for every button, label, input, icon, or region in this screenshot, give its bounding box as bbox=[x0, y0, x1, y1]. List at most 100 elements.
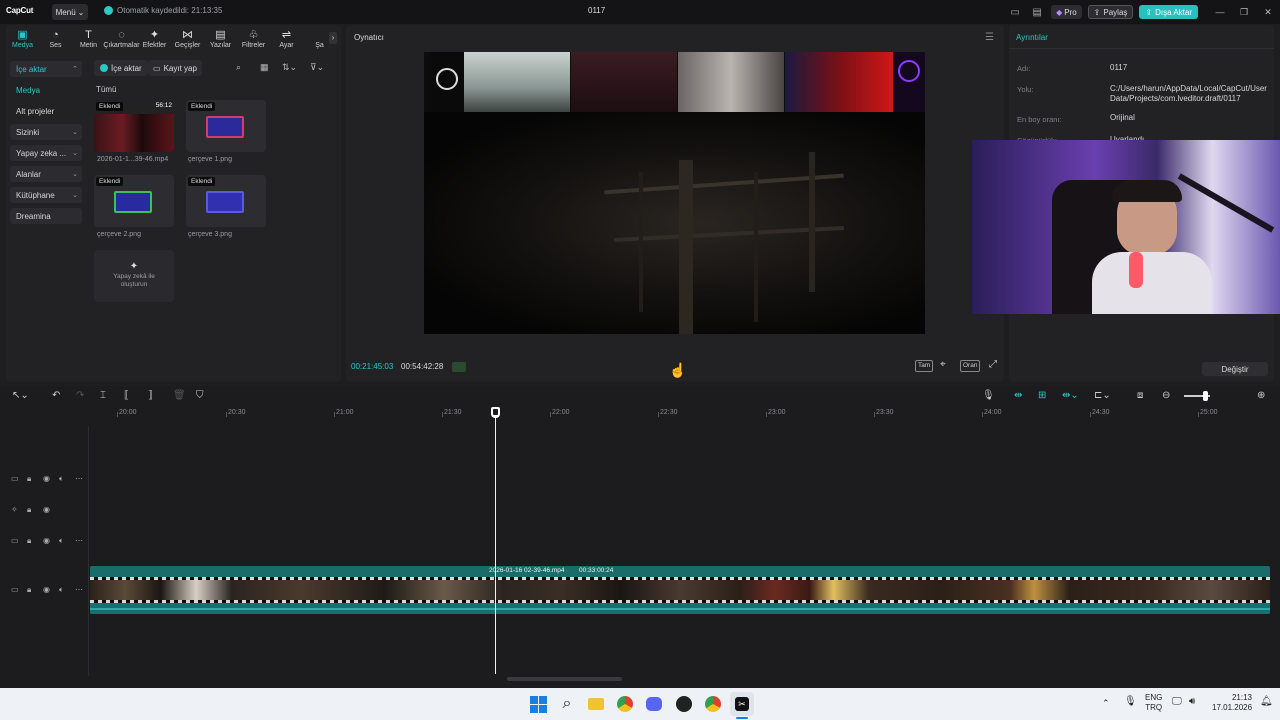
side-item-library[interactable]: Kütüphane ⌄ bbox=[10, 187, 82, 203]
more-icon[interactable]: ⋯ bbox=[75, 585, 83, 594]
export-button[interactable]: ⇧ Dışa Aktar bbox=[1139, 5, 1198, 19]
side-item-subprojects[interactable]: Alt projeler bbox=[10, 103, 82, 119]
chrome-icon[interactable] bbox=[613, 692, 637, 716]
side-item-ai[interactable]: Yapay zeka ... ⌄ bbox=[10, 145, 82, 161]
chrome-icon[interactable] bbox=[701, 692, 725, 716]
language-indicator[interactable]: ENG TRQ bbox=[1145, 693, 1162, 713]
side-item-spaces[interactable]: Alanlar ⌄ bbox=[10, 166, 82, 182]
ai-create-button[interactable]: ✦ Yapay zekâ ile oluşturun bbox=[94, 250, 174, 302]
link-icon[interactable]: ⇹ bbox=[1014, 390, 1022, 401]
record-button[interactable]: ▭ Kayıt yap bbox=[148, 60, 202, 76]
speaker-icon[interactable]: 🔈︎ bbox=[59, 474, 64, 484]
redo-icon[interactable]: ↷ bbox=[76, 390, 84, 401]
tab-effects[interactable]: ✦ Efektler bbox=[138, 25, 171, 50]
chevron-up-icon[interactable]: ⌃ bbox=[1102, 698, 1110, 708]
maximize-icon[interactable]: ❐ bbox=[1232, 0, 1256, 24]
change-button[interactable]: Değiştir bbox=[1202, 362, 1268, 376]
tab-text[interactable]: T Metin bbox=[72, 25, 105, 50]
media-item[interactable]: Eklendi bbox=[94, 175, 174, 227]
media-item[interactable]: Eklendi bbox=[186, 175, 266, 227]
chevron-right-icon[interactable]: › bbox=[329, 32, 337, 44]
tab-filters[interactable]: ♧ Filtreler bbox=[237, 25, 270, 50]
undo-icon[interactable]: ↶ bbox=[52, 390, 60, 401]
chevron-down-icon: ⌄ bbox=[72, 150, 78, 157]
preview-axis-icon[interactable]: ⊏⌄ bbox=[1094, 390, 1111, 401]
snap-icon[interactable]: ⇹⌄ bbox=[1062, 390, 1079, 401]
filter-icon[interactable]: ⊽⌄ bbox=[310, 62, 324, 73]
magnet-icon[interactable]: ⊞ bbox=[1038, 390, 1046, 401]
media-item[interactable]: Eklendi bbox=[186, 100, 266, 152]
video-canvas[interactable] bbox=[424, 52, 925, 334]
capcut-icon[interactable]: ✂ bbox=[730, 692, 754, 716]
autosave-text: Otomatik kaydedildi: 21:13:35 bbox=[117, 6, 223, 15]
lock-icon[interactable]: 🔒︎ bbox=[27, 474, 31, 484]
side-item-media[interactable]: Medya bbox=[10, 82, 82, 98]
eye-icon[interactable]: ◉ bbox=[43, 585, 50, 594]
eye-icon[interactable]: ◉ bbox=[43, 536, 50, 545]
windows-start-icon[interactable] bbox=[526, 692, 550, 716]
delete-icon[interactable]: 🗑 bbox=[173, 390, 186, 401]
shortcut-icon[interactable]: ▤ bbox=[1026, 0, 1048, 24]
video-clip[interactable]: 2026-01-16 02-39-46.mp4 00:33:00:24 bbox=[90, 566, 1270, 614]
select-tool-icon[interactable]: ↖⌄ bbox=[12, 390, 29, 401]
network-icon[interactable]: 🖵 bbox=[1172, 697, 1182, 707]
menu-button[interactable]: Menü ⌄ bbox=[52, 4, 88, 20]
tab-media[interactable]: ▣ Medya bbox=[6, 25, 39, 50]
time-ruler[interactable]: 20:00 20:30 21:00 21:30 22:00 22:30 23:0… bbox=[90, 406, 1280, 420]
tab-audio[interactable]: ◔ Ses bbox=[39, 25, 72, 50]
split-right-icon[interactable]: ⟧ bbox=[148, 390, 153, 401]
close-icon[interactable]: ✕ bbox=[1256, 0, 1280, 24]
layout-icon[interactable]: ▭ bbox=[1004, 0, 1026, 24]
aspect-ratio-button[interactable]: Oran bbox=[960, 360, 981, 372]
media-item[interactable]: Eklendi 56:12 bbox=[94, 100, 174, 152]
import-button[interactable]: İçe aktar bbox=[94, 60, 148, 76]
zoom-fit-icon[interactable]: ⌖ bbox=[940, 359, 946, 370]
search-icon[interactable]: ⌕ bbox=[555, 692, 579, 716]
discord-icon[interactable] bbox=[642, 692, 666, 716]
share-button[interactable]: ⇪ Paylaş bbox=[1087, 5, 1134, 19]
shield-icon[interactable]: ⛉ bbox=[196, 390, 204, 401]
side-item-yours[interactable]: Sizinki ⌄ bbox=[10, 124, 82, 140]
tab-captions[interactable]: ▤ Yazılar bbox=[204, 25, 237, 50]
microphone-icon[interactable]: 🎙 bbox=[1124, 697, 1137, 707]
video-track-icon: ▭ bbox=[11, 585, 19, 594]
zoom-out-icon[interactable]: ⊖ bbox=[1162, 390, 1170, 401]
search-icon[interactable]: ⌕ bbox=[236, 62, 241, 73]
side-item-import[interactable]: İçe aktar ⌃ bbox=[10, 61, 82, 77]
more-icon[interactable]: ⋯ bbox=[75, 474, 83, 483]
file-explorer-icon[interactable] bbox=[584, 692, 608, 716]
grid-view-icon[interactable]: ▦ bbox=[260, 62, 269, 73]
sort-icon[interactable]: ⇅⌄ bbox=[282, 62, 297, 73]
zoom-slider-handle[interactable] bbox=[1203, 391, 1208, 401]
side-item-dreamina[interactable]: Dreamina bbox=[10, 208, 82, 224]
more-icon[interactable]: ⋯ bbox=[75, 536, 83, 545]
microphone-icon[interactable]: 🎙 bbox=[982, 390, 995, 401]
tab-transitions[interactable]: ⋈ Geçişler bbox=[171, 25, 204, 50]
speaker-icon[interactable]: 🔈︎ bbox=[59, 585, 64, 595]
tab-adjust[interactable]: ⇌ Ayar bbox=[270, 25, 303, 50]
fullscreen-icon[interactable]: ⤢ bbox=[989, 359, 997, 370]
eye-icon[interactable]: ◉ bbox=[43, 505, 50, 514]
timeline-scrollbar[interactable] bbox=[507, 677, 622, 681]
caption-icon[interactable]: ⧈ bbox=[1137, 390, 1143, 401]
pro-button[interactable]: ◆ Pro bbox=[1051, 5, 1082, 19]
menu-icon[interactable]: ☰ bbox=[985, 32, 994, 43]
minimize-icon[interactable]: — bbox=[1208, 0, 1232, 24]
eye-icon[interactable]: ◉ bbox=[43, 474, 50, 483]
full-quality-button[interactable]: Tam bbox=[915, 360, 934, 372]
ruler-label: 21:00 bbox=[336, 409, 354, 416]
all-filter-label[interactable]: Tümü bbox=[96, 85, 116, 94]
lock-icon[interactable]: 🔒︎ bbox=[27, 536, 31, 546]
speaker-icon[interactable]: 🔈︎ bbox=[59, 536, 64, 546]
notification-icon[interactable]: 🔔︎ bbox=[1260, 697, 1273, 707]
volume-icon[interactable]: 🔊︎ bbox=[1189, 697, 1195, 707]
split-icon[interactable]: ⌶ bbox=[100, 390, 106, 401]
obs-icon[interactable] bbox=[672, 692, 696, 716]
zoom-in-icon[interactable]: ⊕ bbox=[1257, 390, 1265, 401]
clock[interactable]: 21:13 17.01.2026 bbox=[1212, 693, 1252, 713]
playhead-line[interactable] bbox=[495, 408, 496, 674]
lock-icon[interactable]: 🔒︎ bbox=[27, 585, 31, 595]
lock-icon[interactable]: 🔒︎ bbox=[27, 505, 31, 515]
split-left-icon[interactable]: ⟦ bbox=[124, 390, 129, 401]
tab-stickers[interactable]: ◌ Çıkartmalar bbox=[103, 25, 139, 50]
